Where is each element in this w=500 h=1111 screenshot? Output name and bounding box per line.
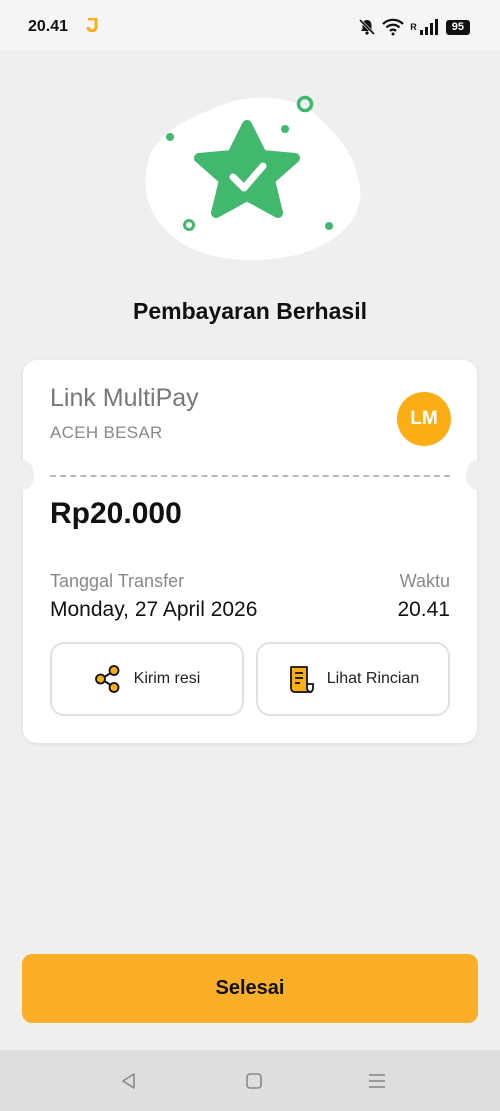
receipt-card: Link MultiPay ACEH BESAR LM Rp20.000 Tan… [12, 360, 488, 743]
merchant-region: ACEH BESAR [50, 423, 163, 442]
dashed-divider [50, 475, 450, 477]
transfer-date-label: Tanggal Transfer [50, 571, 185, 591]
ticket-notch-right [466, 460, 488, 490]
payment-amount: Rp20.000 [50, 497, 182, 530]
transfer-date-value: Monday, 27 April 2026 [50, 598, 258, 621]
signal-icon [419, 19, 438, 35]
view-details-button[interactable]: Lihat Rincian [256, 642, 450, 716]
wifi-icon [382, 18, 405, 36]
view-details-label: Lihat Rincian [326, 670, 420, 687]
send-receipt-button[interactable]: Kirim resi [50, 642, 244, 716]
merchant-name: Link MultiPay [50, 384, 199, 412]
transfer-time-label: Waktu [399, 571, 450, 591]
network-label: R [410, 22, 417, 32]
ticket-notch-left [12, 460, 34, 490]
transfer-time-value: 20.41 [397, 598, 450, 621]
battery-icon: 95 [445, 19, 470, 35]
finish-button[interactable]: Selesai [22, 954, 478, 1023]
merchant-avatar: LM [397, 392, 451, 446]
status-time: 20.41 [28, 18, 69, 35]
status-icons: R 95 [358, 18, 470, 36]
app-notification-icon [86, 18, 98, 32]
page-title: Pembayaran Berhasil [133, 298, 367, 324]
home-icon[interactable] [243, 1070, 265, 1092]
notification-muted-icon [359, 18, 376, 36]
share-icon [94, 665, 120, 693]
recents-icon[interactable] [366, 1070, 388, 1092]
system-navigation-bar [0, 1050, 500, 1111]
success-illustration [145, 95, 361, 260]
back-icon[interactable] [118, 1070, 140, 1092]
status-bar: 20.41 R 95 [0, 0, 500, 50]
send-receipt-label: Kirim resi [133, 670, 201, 687]
receipt-icon [289, 666, 314, 693]
